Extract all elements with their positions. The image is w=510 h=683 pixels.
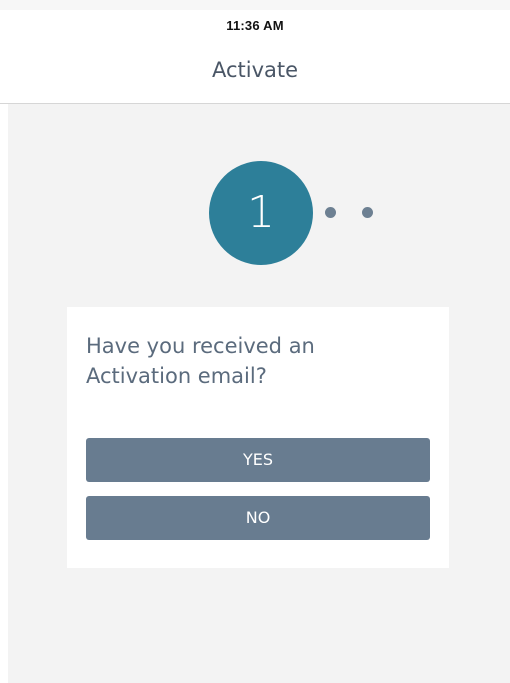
top-strip [0, 0, 510, 10]
step-indicator-dot [362, 207, 373, 218]
main-content: 1 Have you received an Activation email?… [8, 104, 510, 683]
no-button[interactable]: NO [86, 496, 430, 540]
question-text: Have you received an Activation email? [86, 334, 315, 388]
question-card: Have you received an Activation email? Y… [67, 307, 449, 568]
status-bar-time: 11:36 AM [226, 18, 284, 33]
page-title: Activate [211, 58, 299, 82]
step-indicator-current: 1 [209, 161, 313, 265]
yes-button[interactable]: YES [86, 438, 430, 482]
step-indicator-dot [325, 207, 336, 218]
app-screen: 11:36 AM Activate 1 Have you received an… [0, 0, 510, 683]
